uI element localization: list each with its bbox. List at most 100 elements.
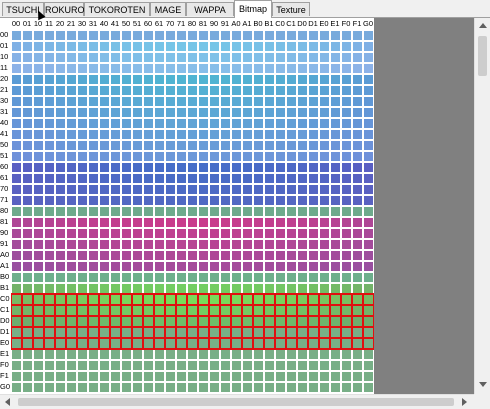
color-cell[interactable] [166,75,175,84]
color-cell[interactable] [188,152,197,161]
color-cell[interactable] [232,251,241,260]
color-cell[interactable] [353,317,362,326]
color-grid[interactable] [11,30,374,394]
color-cell[interactable] [232,53,241,62]
color-cell[interactable] [111,42,120,51]
color-cell[interactable] [243,119,252,128]
color-cell[interactable] [177,119,186,128]
color-cell[interactable] [199,207,208,216]
color-cell[interactable] [56,284,65,293]
color-cell[interactable] [89,42,98,51]
color-cell[interactable] [309,273,318,282]
color-cell[interactable] [188,251,197,260]
color-cell[interactable] [364,185,373,194]
color-cell[interactable] [45,361,54,370]
color-cell[interactable] [199,53,208,62]
color-cell[interactable] [177,196,186,205]
color-cell[interactable] [265,97,274,106]
color-cell[interactable] [309,108,318,117]
color-cell[interactable] [144,130,153,139]
color-cell[interactable] [122,174,131,183]
color-cell[interactable] [342,174,351,183]
color-cell[interactable] [177,207,186,216]
color-cell[interactable] [320,163,329,172]
color-cell[interactable] [210,97,219,106]
color-cell[interactable] [45,64,54,73]
color-cell[interactable] [276,229,285,238]
color-cell[interactable] [177,53,186,62]
color-cell[interactable] [177,75,186,84]
color-cell[interactable] [122,141,131,150]
color-cell[interactable] [155,284,164,293]
color-cell[interactable] [166,339,175,348]
color-cell[interactable] [254,317,263,326]
color-cell[interactable] [78,339,87,348]
color-cell[interactable] [188,240,197,249]
color-cell[interactable] [12,130,21,139]
color-cell[interactable] [243,97,252,106]
color-cell[interactable] [89,163,98,172]
color-cell[interactable] [12,53,21,62]
color-cell[interactable] [199,119,208,128]
color-cell[interactable] [243,361,252,370]
color-cell[interactable] [177,240,186,249]
color-cell[interactable] [56,141,65,150]
color-cell[interactable] [45,75,54,84]
color-cell[interactable] [166,372,175,381]
color-cell[interactable] [221,31,230,40]
color-cell[interactable] [221,53,230,62]
color-cell[interactable] [287,284,296,293]
color-cell[interactable] [67,163,76,172]
color-cell[interactable] [232,262,241,271]
color-cell[interactable] [320,383,329,392]
color-cell[interactable] [342,317,351,326]
color-cell[interactable] [78,152,87,161]
color-cell[interactable] [221,229,230,238]
color-cell[interactable] [298,75,307,84]
color-cell[interactable] [221,328,230,337]
color-cell[interactable] [144,383,153,392]
color-cell[interactable] [100,361,109,370]
color-cell[interactable] [265,130,274,139]
color-cell[interactable] [232,97,241,106]
color-cell[interactable] [254,383,263,392]
color-cell[interactable] [353,295,362,304]
color-cell[interactable] [144,361,153,370]
color-cell[interactable] [331,64,340,73]
color-cell[interactable] [177,108,186,117]
color-cell[interactable] [342,306,351,315]
color-cell[interactable] [34,361,43,370]
color-cell[interactable] [320,196,329,205]
color-cell[interactable] [243,53,252,62]
color-cell[interactable] [78,53,87,62]
color-cell[interactable] [100,53,109,62]
color-cell[interactable] [100,64,109,73]
color-cell[interactable] [342,152,351,161]
color-cell[interactable] [133,174,142,183]
color-cell[interactable] [276,163,285,172]
color-cell[interactable] [276,75,285,84]
horizontal-scroll-thumb[interactable] [18,398,454,406]
color-cell[interactable] [364,240,373,249]
color-cell[interactable] [100,130,109,139]
color-cell[interactable] [199,86,208,95]
color-cell[interactable] [265,306,274,315]
color-cell[interactable] [155,207,164,216]
color-cell[interactable] [89,31,98,40]
color-cell[interactable] [353,240,362,249]
color-cell[interactable] [188,108,197,117]
color-cell[interactable] [155,361,164,370]
color-cell[interactable] [34,119,43,128]
color-cell[interactable] [232,295,241,304]
color-cell[interactable] [287,273,296,282]
color-cell[interactable] [122,295,131,304]
color-cell[interactable] [100,383,109,392]
color-cell[interactable] [34,207,43,216]
color-cell[interactable] [199,328,208,337]
color-cell[interactable] [221,185,230,194]
color-cell[interactable] [177,97,186,106]
color-cell[interactable] [100,251,109,260]
color-cell[interactable] [232,152,241,161]
color-cell[interactable] [111,185,120,194]
color-cell[interactable] [309,207,318,216]
